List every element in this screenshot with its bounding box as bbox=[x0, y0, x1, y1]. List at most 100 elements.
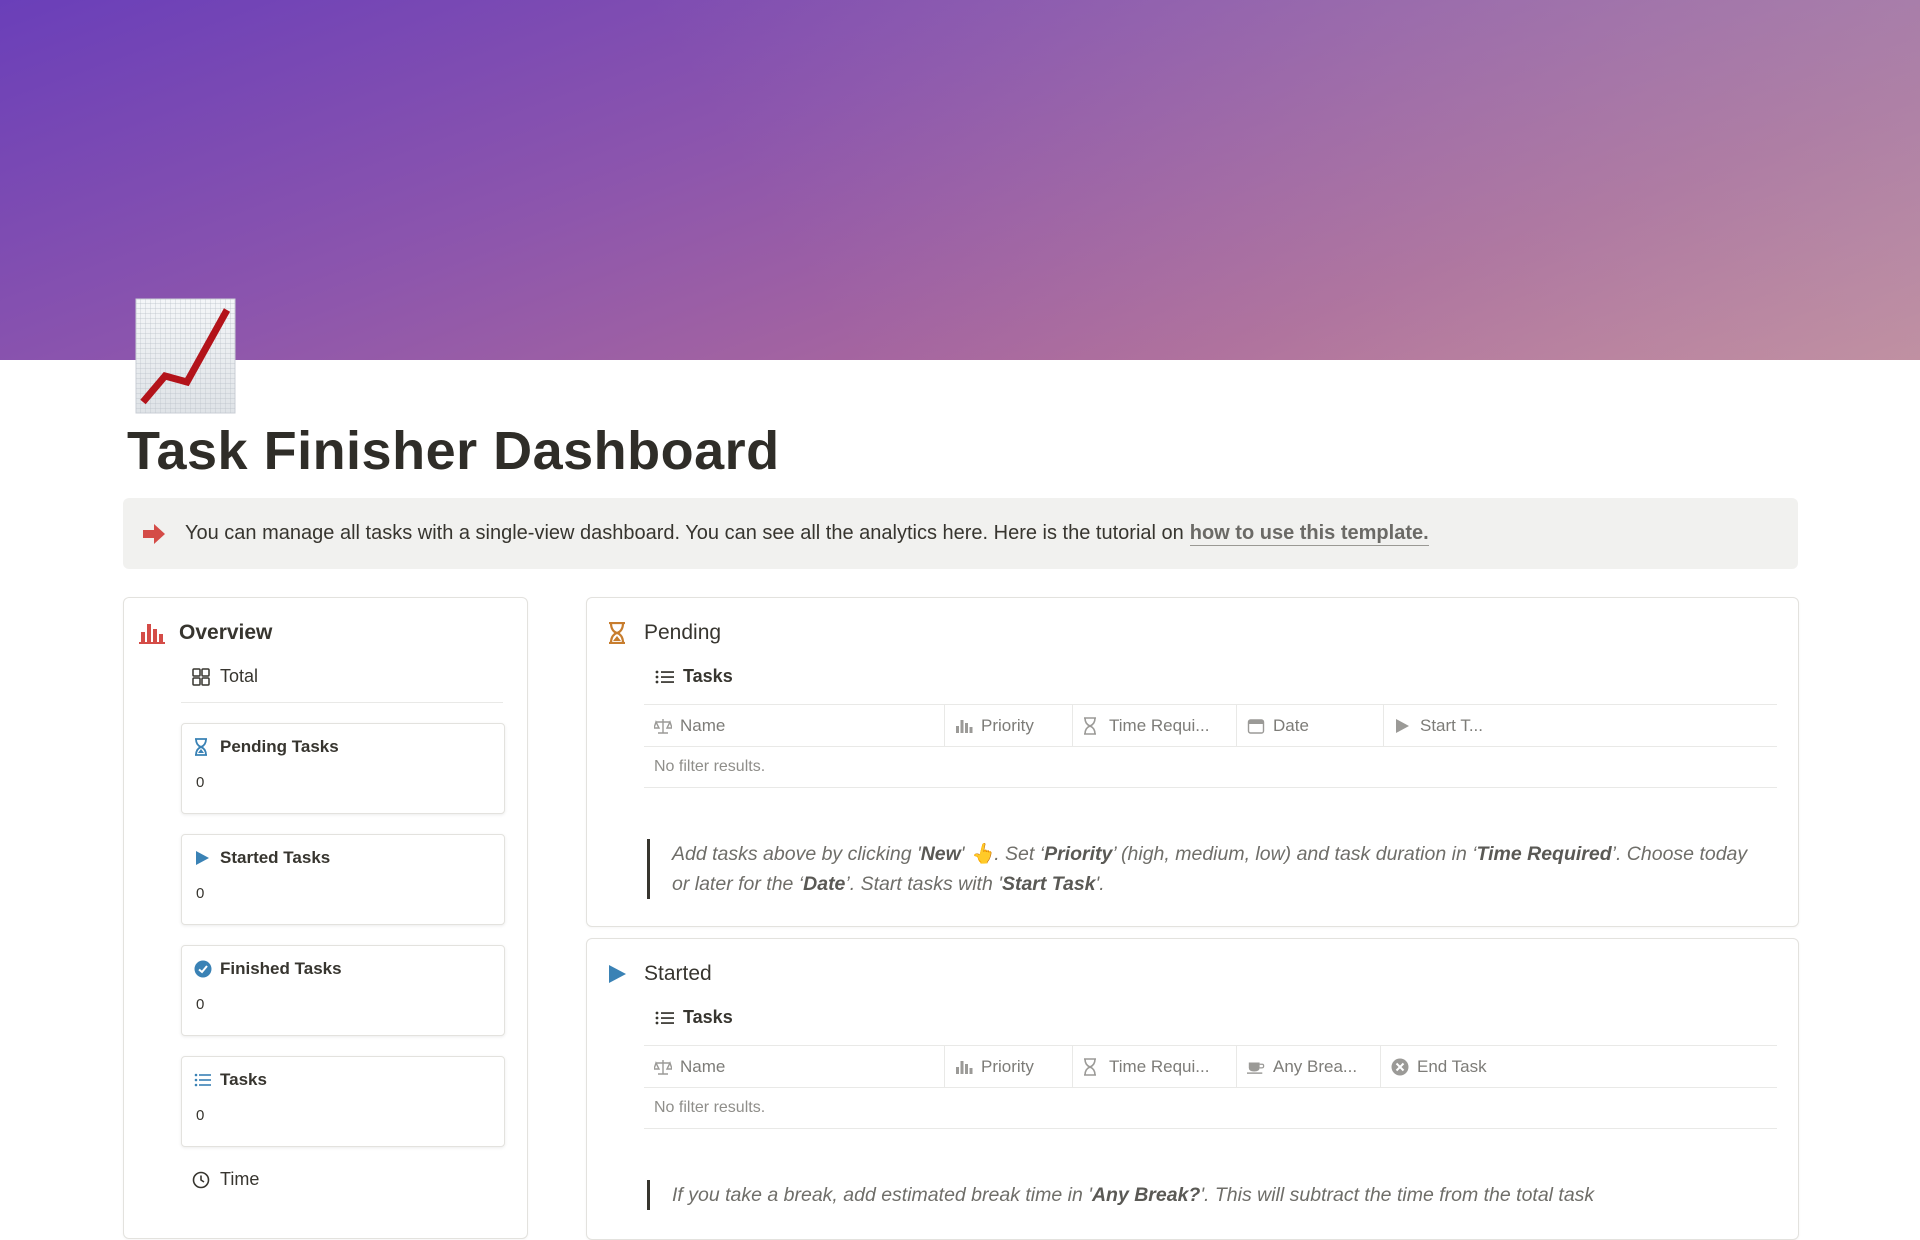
pending-heading: Pending bbox=[604, 620, 721, 646]
card-title: Finished Tasks bbox=[220, 959, 342, 978]
x-circle-icon bbox=[1391, 1058, 1409, 1076]
play-icon bbox=[194, 849, 212, 867]
card-started-tasks[interactable]: Started Tasks 0 bbox=[181, 834, 505, 925]
right-arrow-icon bbox=[141, 521, 167, 547]
card-title: Started Tasks bbox=[220, 848, 331, 867]
hourglass-icon bbox=[1083, 716, 1101, 735]
view-tab-label: Tasks bbox=[683, 666, 733, 686]
column-label: Priority bbox=[981, 1056, 1034, 1076]
page-title: Task Finisher Dashboard bbox=[127, 421, 780, 481]
bar-chart-icon bbox=[955, 717, 973, 735]
scale-icon bbox=[654, 1058, 672, 1076]
tutorial-link[interactable]: how to use this template. bbox=[1189, 522, 1429, 546]
note-bold: Priority bbox=[1044, 843, 1113, 865]
note-text: Add tasks above by clicking ' bbox=[672, 843, 921, 865]
started-heading: Started bbox=[604, 961, 712, 987]
view-tab-tasks[interactable]: Tasks bbox=[655, 1007, 733, 1028]
note-text: ' 👆. Set ‘ bbox=[960, 843, 1045, 865]
list-icon bbox=[655, 667, 675, 687]
column-header-priority[interactable]: Priority bbox=[945, 1046, 1073, 1087]
hourglass-icon bbox=[194, 738, 212, 756]
view-tab-label: Tasks bbox=[683, 1007, 733, 1027]
view-tab-tasks[interactable]: Tasks bbox=[655, 666, 733, 687]
column-label: Time Requi... bbox=[1109, 1056, 1210, 1076]
card-tasks[interactable]: Tasks 0 bbox=[181, 1056, 505, 1147]
card-pending-tasks[interactable]: Pending Tasks 0 bbox=[181, 723, 505, 814]
card-title-row: Pending Tasks bbox=[194, 737, 339, 757]
card-title-row: Tasks bbox=[194, 1070, 267, 1090]
callout: You can manage all tasks with a single-v… bbox=[123, 498, 1798, 569]
column-header-time-required[interactable]: Time Requi... bbox=[1073, 1046, 1237, 1087]
column-header-any-break[interactable]: Any Brea... bbox=[1237, 1046, 1381, 1087]
column-label: Start T... bbox=[1420, 715, 1483, 735]
column-header-priority[interactable]: Priority bbox=[945, 705, 1073, 746]
view-tab-total[interactable]: Total bbox=[192, 666, 258, 687]
hourglass-icon bbox=[604, 620, 630, 646]
view-tab-label: Total bbox=[220, 666, 259, 686]
note-bold: New bbox=[920, 843, 961, 865]
started-note: If you take a break, add estimated break… bbox=[647, 1180, 1752, 1210]
play-icon bbox=[604, 961, 630, 987]
clock-icon bbox=[192, 1170, 212, 1190]
column-label: Name bbox=[680, 715, 726, 735]
column-label: Priority bbox=[981, 715, 1034, 735]
column-header-name[interactable]: Name bbox=[644, 1046, 945, 1087]
page-cover bbox=[0, 0, 1920, 360]
column-header-name[interactable]: Name bbox=[644, 705, 945, 746]
note-bold: Any Break? bbox=[1091, 1184, 1201, 1206]
calendar-icon bbox=[1247, 717, 1265, 735]
table-header: Name Priority Time Requi... Date Start T… bbox=[644, 704, 1777, 747]
column-label: Any Brea... bbox=[1273, 1056, 1358, 1076]
card-title: Tasks bbox=[220, 1070, 267, 1089]
card-value: 0 bbox=[196, 885, 205, 902]
callout-text: You can manage all tasks with a single-v… bbox=[185, 522, 1184, 544]
note-bold: Time Required bbox=[1476, 843, 1612, 865]
list-icon bbox=[194, 1071, 212, 1089]
column-label: Time Requi... bbox=[1109, 715, 1210, 735]
empty-state: No filter results. bbox=[644, 747, 1777, 788]
table-header: Name Priority Time Requi... Any Brea... … bbox=[644, 1045, 1777, 1088]
card-value: 0 bbox=[196, 1107, 205, 1124]
column-label: End Task bbox=[1417, 1056, 1487, 1076]
overview-heading: Overview bbox=[139, 620, 272, 646]
started-title: Started bbox=[644, 962, 712, 985]
overview-panel: Overview Total Pending Tasks 0 Started T… bbox=[123, 597, 528, 1239]
overview-title: Overview bbox=[179, 621, 273, 644]
chart-increasing-icon[interactable] bbox=[135, 298, 236, 414]
note-bold: Date bbox=[803, 873, 846, 895]
column-header-end-task[interactable]: End Task bbox=[1381, 1046, 1777, 1087]
list-icon bbox=[655, 1008, 675, 1028]
started-panel: Started Tasks Name Priority Time Requi..… bbox=[586, 938, 1799, 1240]
bar-chart-icon bbox=[139, 620, 165, 646]
play-icon bbox=[1394, 717, 1412, 735]
column-label: Date bbox=[1273, 715, 1309, 735]
pending-note: Add tasks above by clicking 'New' 👆. Set… bbox=[647, 839, 1752, 899]
column-label: Name bbox=[680, 1056, 726, 1076]
note-text: '. bbox=[1095, 873, 1105, 895]
card-finished-tasks[interactable]: Finished Tasks 0 bbox=[181, 945, 505, 1036]
note-text: ’ (high, medium, low) and task duration … bbox=[1112, 843, 1477, 865]
note-text: If you take a break, add estimated break… bbox=[672, 1184, 1092, 1206]
scale-icon bbox=[654, 717, 672, 735]
card-value: 0 bbox=[196, 774, 205, 791]
check-circle-icon bbox=[194, 960, 212, 978]
view-tab-label: Time bbox=[220, 1169, 260, 1189]
coffee-cup-icon bbox=[1247, 1058, 1265, 1076]
note-bold: Start Task bbox=[1001, 873, 1096, 895]
view-tab-time[interactable]: Time bbox=[192, 1169, 259, 1190]
hourglass-icon bbox=[1083, 1057, 1101, 1076]
card-value: 0 bbox=[196, 996, 205, 1013]
note-text: ’. Start tasks with ' bbox=[845, 873, 1002, 895]
card-title-row: Started Tasks bbox=[194, 848, 330, 868]
pending-title: Pending bbox=[644, 621, 722, 644]
column-header-date[interactable]: Date bbox=[1237, 705, 1384, 746]
card-title-row: Finished Tasks bbox=[194, 959, 342, 979]
gallery-icon bbox=[192, 667, 212, 687]
card-title: Pending Tasks bbox=[220, 737, 339, 756]
column-header-time-required[interactable]: Time Requi... bbox=[1073, 705, 1237, 746]
bar-chart-icon bbox=[955, 1058, 973, 1076]
note-text: '. This will subtract the time from the … bbox=[1200, 1184, 1595, 1206]
column-header-start-task[interactable]: Start T... bbox=[1384, 705, 1777, 746]
divider bbox=[181, 702, 503, 703]
empty-state: No filter results. bbox=[644, 1088, 1777, 1129]
